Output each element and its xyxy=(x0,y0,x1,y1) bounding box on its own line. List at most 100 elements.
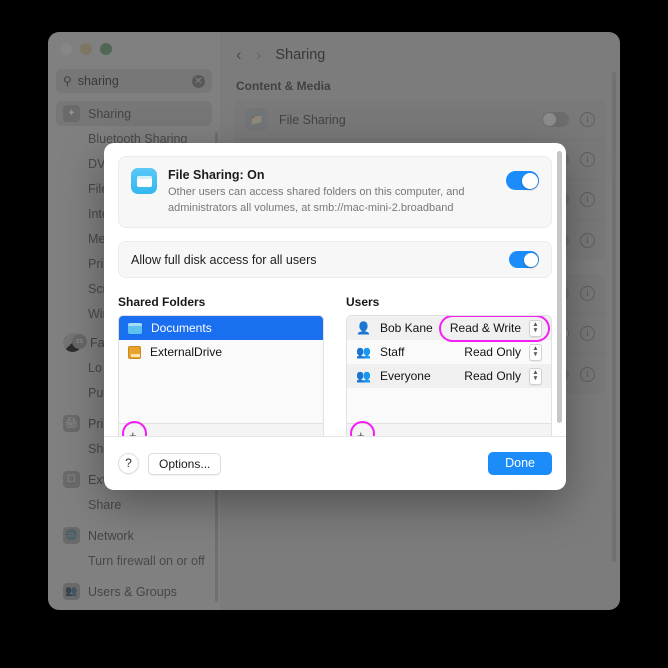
full-disk-access-card: Allow full disk access for all users xyxy=(118,241,552,279)
sidebar-item-label: Turn firewall on or off xyxy=(88,553,205,568)
folder-name: Documents xyxy=(151,321,212,336)
users-footer: + – xyxy=(347,420,551,436)
done-button[interactable]: Done xyxy=(488,452,552,475)
permission-value: Read & Write xyxy=(449,321,521,336)
remove-shared-folder-button[interactable]: – xyxy=(150,428,157,436)
sidebar-item-sharing[interactable]: ✦ Sharing xyxy=(56,101,212,126)
users-column: Users 👤 Bob Kane Read & Write ▲ ▼ 👥 Staf… xyxy=(346,295,552,436)
sidebar-item-label: Sharing xyxy=(88,106,132,121)
chevron-updown-icon[interactable]: ▲ ▼ xyxy=(529,343,542,361)
close-button[interactable] xyxy=(60,43,72,55)
list-item[interactable]: 👥 Everyone Read Only ▲ ▼ xyxy=(347,364,551,389)
section-heading: Content & Media xyxy=(236,79,331,93)
search-input[interactable]: ⚲ sharing ✕ xyxy=(56,69,212,93)
shared-folders-title: Shared Folders xyxy=(118,295,206,310)
info-icon[interactable]: i xyxy=(580,366,595,382)
remove-user-button[interactable]: – xyxy=(378,428,385,436)
file-sharing-description: Other users can access shared folders on… xyxy=(168,186,465,214)
chevron-left-icon[interactable]: ‹ xyxy=(236,45,242,65)
group-icon: 👥 xyxy=(356,345,371,360)
help-button[interactable]: ? xyxy=(118,453,139,474)
sidebar-item-label: Users & Groups xyxy=(88,584,177,599)
sidebar-item-users-groups[interactable]: 👥 Users & Groups xyxy=(56,579,212,604)
chevron-updown-icon[interactable]: ▲ ▼ xyxy=(529,319,542,337)
users-rows: 👤 Bob Kane Read & Write ▲ ▼ 👥 Staff Read… xyxy=(347,316,551,423)
info-icon[interactable]: i xyxy=(580,152,595,167)
sidebar-item-network[interactable]: 🌐 Network xyxy=(56,523,212,548)
list-item[interactable]: 👥 Staff Read Only ▲ ▼ xyxy=(347,340,551,364)
dialog-body: File Sharing: On Other users can access … xyxy=(104,143,566,436)
dialog-scrollbar[interactable] xyxy=(557,151,562,423)
search-icon: ⚲ xyxy=(63,74,72,88)
permission-value: Read Only xyxy=(464,369,521,384)
add-user-button[interactable]: + xyxy=(350,420,375,436)
users-icon: 👥 xyxy=(63,583,80,600)
permission-control[interactable]: Read & Write ▲ ▼ xyxy=(438,316,551,342)
sidebar-item-label: Share xyxy=(88,497,122,512)
info-icon[interactable]: i xyxy=(580,192,595,207)
sidebar-item-user-and[interactable]: User and xyxy=(56,604,212,611)
sidebar-item-label: Lo xyxy=(88,360,102,375)
zoom-button[interactable] xyxy=(100,43,112,55)
shared-folders-footer: + – xyxy=(119,420,323,436)
shared-folders-rows: Documents ExternalDrive xyxy=(119,316,323,423)
drive-icon xyxy=(128,345,141,359)
sidebar-item-firewall[interactable]: Turn firewall on or off xyxy=(56,548,212,573)
full-disk-access-label: Allow full disk access for all users xyxy=(131,252,317,267)
toggle-switch[interactable] xyxy=(542,112,569,127)
row-label: File Sharing xyxy=(279,112,346,127)
file-sharing-title: File Sharing: On xyxy=(168,168,265,182)
sidebar-item-label: Fa xyxy=(90,335,105,350)
user-name: Bob Kane xyxy=(379,321,433,336)
lists-container: Shared Folders Documents ExternalDrive +… xyxy=(118,295,552,436)
file-sharing-text: File Sharing: On Other users can access … xyxy=(168,168,495,216)
sidebar-item-label: User and xyxy=(88,610,139,611)
sidebar-item-external-sub[interactable]: Share xyxy=(56,492,212,517)
minimize-button[interactable] xyxy=(80,43,92,55)
shared-folders-list: Documents ExternalDrive + – xyxy=(118,315,324,436)
add-shared-folder-button[interactable]: + xyxy=(122,420,147,436)
file-sharing-icon: 📁 xyxy=(245,108,268,131)
users-title: Users xyxy=(346,295,380,310)
screen: ⚲ sharing ✕ ✦ Sharing Bluetooth Sharing … xyxy=(0,0,668,668)
info-icon[interactable]: i xyxy=(580,112,595,127)
chevron-updown-icon[interactable]: ▲ ▼ xyxy=(529,367,542,385)
dialog-footer: ? Options... Done xyxy=(104,436,566,490)
list-item[interactable]: Documents xyxy=(119,316,323,341)
permission-control[interactable]: Read Only ▲ ▼ xyxy=(464,343,542,361)
shared-folders-column: Shared Folders Documents ExternalDrive +… xyxy=(118,295,324,436)
external-icon: ☐ xyxy=(63,471,80,488)
permission-value: Read Only xyxy=(464,345,521,360)
list-item[interactable]: 👤 Bob Kane Read & Write ▲ ▼ xyxy=(347,316,551,342)
user-name: Everyone xyxy=(379,369,431,384)
user-name: Staff xyxy=(379,345,405,360)
sidebar-item-label: Pu xyxy=(88,385,104,400)
network-icon: 🌐 xyxy=(63,527,80,544)
sidebar-item-label: Network xyxy=(88,528,134,543)
permission-control[interactable]: Read Only ▲ ▼ xyxy=(464,367,542,385)
info-icon[interactable]: i xyxy=(580,326,595,341)
family-avatar: zs xyxy=(63,333,87,352)
list-item[interactable]: ExternalDrive xyxy=(119,340,323,364)
everyone-icon: 👥 xyxy=(356,369,371,384)
options-button[interactable]: Options... xyxy=(148,452,222,475)
sharing-icon: ✦ xyxy=(63,105,80,122)
person-icon: 👤 xyxy=(356,321,371,336)
file-sharing-dialog: File Sharing: On Other users can access … xyxy=(104,143,566,490)
table-row[interactable]: 📁 File Sharing i xyxy=(234,100,606,140)
search-value: sharing xyxy=(77,74,119,88)
file-sharing-toggle[interactable] xyxy=(506,171,539,190)
folder-name: ExternalDrive xyxy=(150,345,223,360)
folder-icon xyxy=(128,322,142,334)
folder-icon xyxy=(131,168,157,194)
printer-icon: 🖨 xyxy=(63,415,80,432)
full-disk-access-toggle[interactable] xyxy=(509,251,539,269)
info-icon[interactable]: i xyxy=(580,286,595,301)
chevron-right-icon[interactable]: › xyxy=(256,45,262,65)
content-toolbar: ‹ › Sharing xyxy=(220,32,620,65)
info-icon[interactable]: i xyxy=(580,232,595,248)
window-controls[interactable] xyxy=(56,32,212,55)
users-list: 👤 Bob Kane Read & Write ▲ ▼ 👥 Staff Read… xyxy=(346,315,552,436)
clear-icon[interactable]: ✕ xyxy=(192,74,205,88)
content-scrollbar[interactable] xyxy=(612,72,616,562)
